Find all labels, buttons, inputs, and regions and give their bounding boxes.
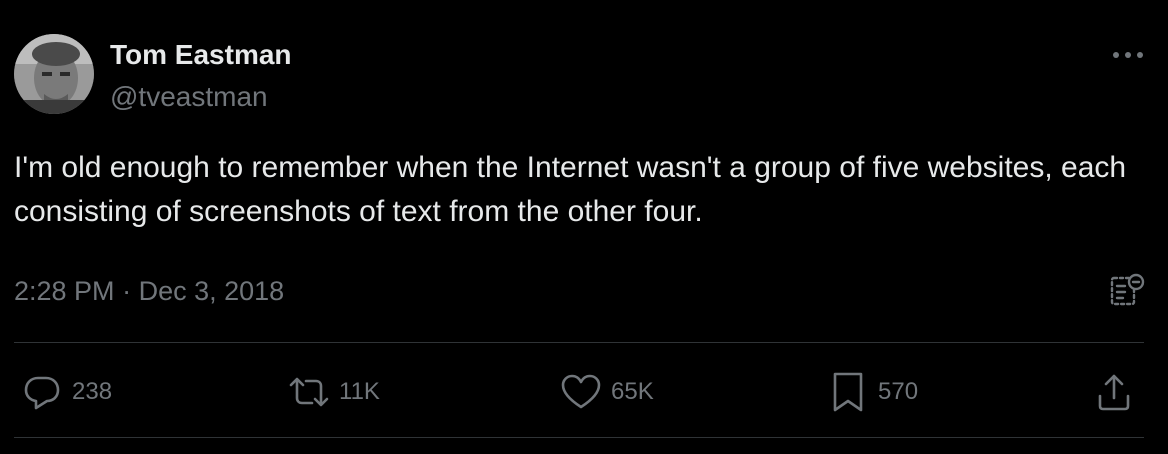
reply-count: 238 bbox=[72, 378, 113, 405]
repost-icon bbox=[287, 370, 331, 414]
divider-top bbox=[14, 342, 1144, 343]
more-dots-icon bbox=[1113, 52, 1143, 58]
tweet-time-link[interactable]: 2:28 PM bbox=[14, 276, 115, 306]
more-options-button[interactable] bbox=[1108, 38, 1148, 72]
view-post-analytics-button[interactable] bbox=[1106, 270, 1148, 312]
reply-button[interactable]: 238 bbox=[20, 370, 112, 414]
heart-icon bbox=[559, 370, 603, 414]
bookmark-icon bbox=[826, 370, 870, 414]
tweet-card: Tom Eastman @tveastman I'm old enough to… bbox=[0, 0, 1168, 454]
like-count: 65K bbox=[611, 378, 654, 405]
like-button[interactable]: 65K bbox=[559, 370, 654, 414]
author-name[interactable]: Tom Eastman bbox=[110, 38, 292, 72]
bookmark-count: 570 bbox=[878, 378, 919, 405]
tweet-date-link[interactable]: Dec 3, 2018 bbox=[139, 276, 285, 306]
repost-button[interactable]: 11K bbox=[287, 370, 380, 414]
tweet-text: I'm old enough to remember when the Inte… bbox=[14, 151, 1135, 228]
share-icon bbox=[1092, 370, 1136, 414]
analytics-icon bbox=[1110, 273, 1145, 306]
avatar-photo-icon bbox=[14, 34, 94, 114]
share-button[interactable] bbox=[1092, 370, 1136, 414]
author-handle[interactable]: @tveastman bbox=[110, 80, 268, 114]
reply-icon bbox=[20, 370, 64, 414]
repost-count: 11K bbox=[339, 378, 380, 405]
divider-bottom bbox=[14, 437, 1144, 438]
author-avatar[interactable] bbox=[14, 34, 94, 114]
timestamp-separator: · bbox=[122, 276, 132, 306]
tweet-timestamp: 2:28 PM · Dec 3, 2018 bbox=[14, 274, 284, 308]
bookmark-button[interactable]: 570 bbox=[826, 370, 918, 414]
